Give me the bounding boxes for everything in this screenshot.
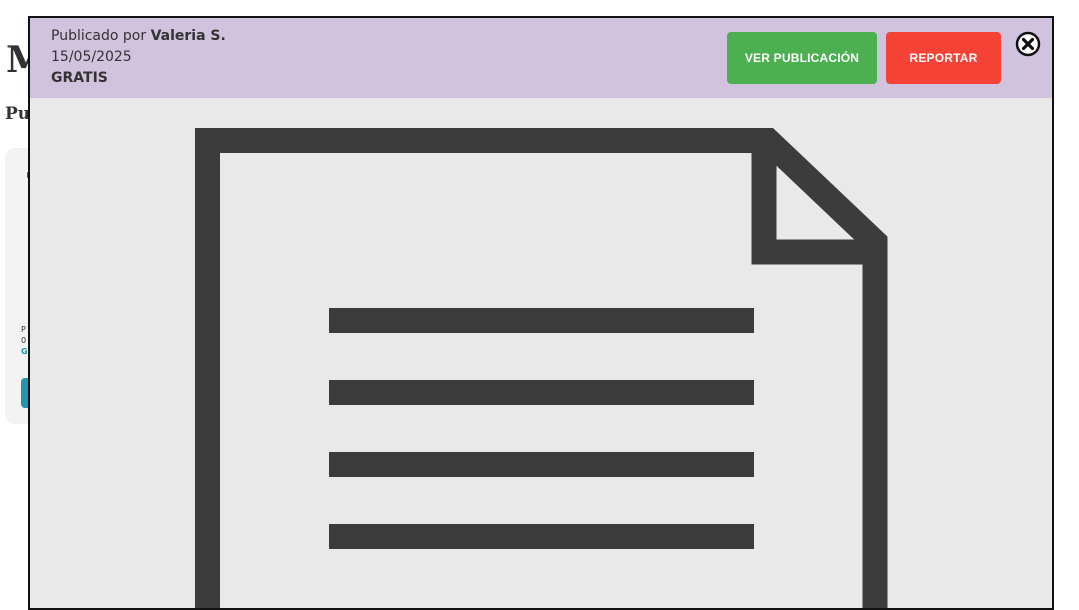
card-date: 0 bbox=[21, 336, 27, 345]
page-subtitle: Pu bbox=[5, 104, 31, 124]
view-publication-button[interactable]: VER PUBLICACIÓN bbox=[727, 32, 877, 84]
document-icon bbox=[195, 128, 888, 608]
card-author: P bbox=[21, 325, 26, 334]
publication-modal: Publicado por Valeria S. 15/05/2025 GRAT… bbox=[28, 16, 1054, 610]
card-price: G bbox=[21, 347, 28, 356]
price-label: GRATIS bbox=[51, 70, 108, 86]
author-name: Valeria S. bbox=[150, 28, 226, 44]
close-icon[interactable] bbox=[1015, 31, 1041, 57]
report-button[interactable]: REPORTAR bbox=[886, 32, 1001, 84]
publication-meta: Publicado por Valeria S. 15/05/2025 GRAT… bbox=[51, 26, 226, 89]
publication-date: 15/05/2025 bbox=[51, 49, 132, 65]
published-by-label: Publicado por bbox=[51, 28, 151, 44]
modal-header: Publicado por Valeria S. 15/05/2025 GRAT… bbox=[30, 18, 1052, 98]
publisher-line: Publicado por Valeria S. bbox=[51, 26, 226, 47]
document-preview bbox=[30, 98, 1052, 608]
